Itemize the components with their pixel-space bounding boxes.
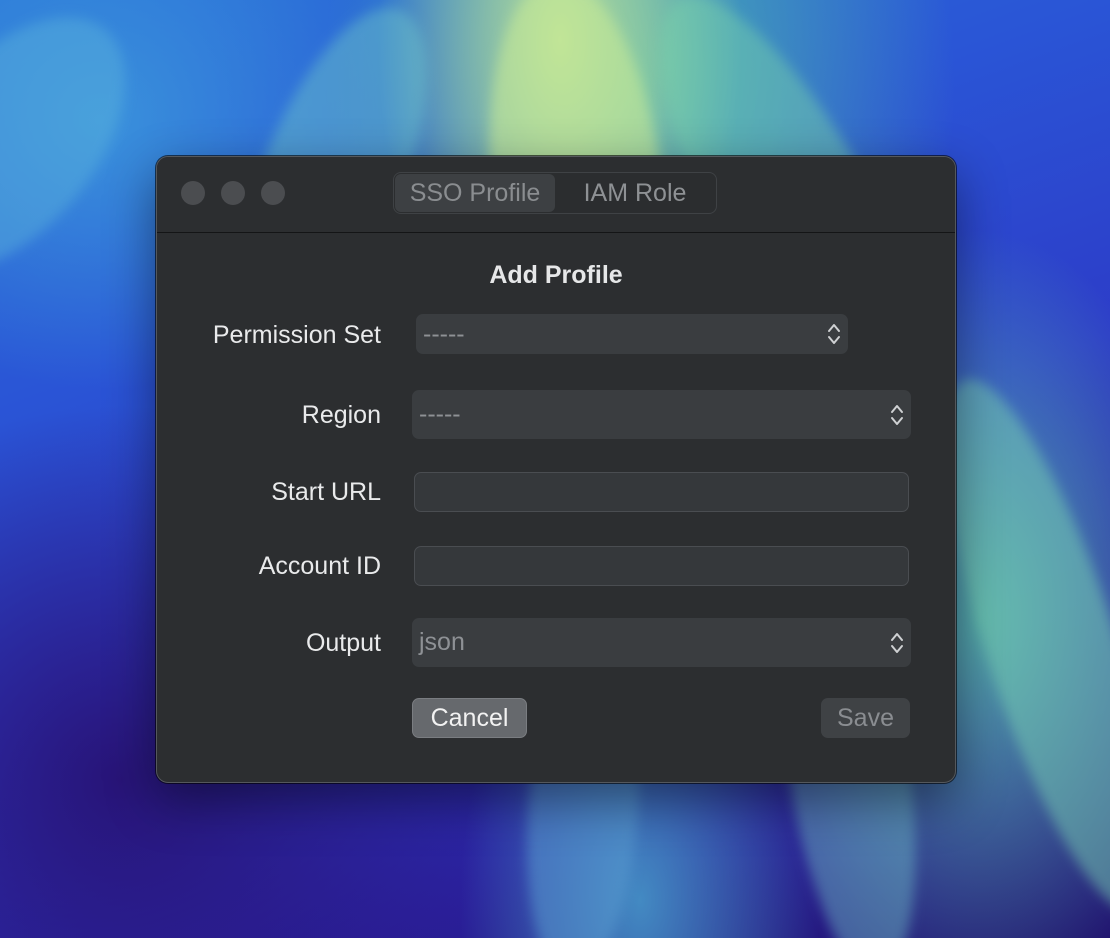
region-value: -----: [419, 400, 461, 428]
output-popup[interactable]: json: [412, 618, 911, 667]
account-id-label: Account ID: [258, 552, 381, 580]
start-url-field[interactable]: [414, 472, 909, 512]
start-url-label: Start URL: [271, 478, 381, 506]
tab-iam-role[interactable]: IAM Role: [555, 174, 715, 212]
chevron-up-down-icon: [883, 623, 911, 663]
profile-type-segmented-control: SSO Profile IAM Role: [393, 172, 717, 214]
zoom-window-button[interactable]: [261, 181, 285, 205]
add-profile-window: SSO Profile IAM Role Add Profile Permiss…: [156, 156, 956, 783]
title-bar: SSO Profile IAM Role: [157, 157, 955, 233]
region-label: Region: [301, 401, 381, 429]
dialog-title: Add Profile: [489, 261, 623, 289]
permission-set-value: -----: [423, 319, 465, 348]
desktop-wallpaper: SSO Profile IAM Role Add Profile Permiss…: [0, 0, 1110, 938]
region-popup[interactable]: -----: [412, 390, 911, 439]
cancel-button[interactable]: Cancel: [412, 698, 527, 738]
close-window-button[interactable]: [181, 181, 205, 205]
minimize-window-button[interactable]: [221, 181, 245, 205]
chevron-up-down-icon: [820, 314, 848, 354]
save-button[interactable]: Save: [821, 698, 910, 738]
permission-set-popup[interactable]: -----: [416, 314, 848, 354]
output-label: Output: [305, 629, 381, 657]
tab-sso-profile[interactable]: SSO Profile: [395, 174, 555, 212]
permission-set-label: Permission Set: [212, 321, 381, 349]
account-id-field[interactable]: [414, 546, 909, 586]
chevron-up-down-icon: [883, 395, 911, 435]
output-value: json: [419, 628, 465, 656]
